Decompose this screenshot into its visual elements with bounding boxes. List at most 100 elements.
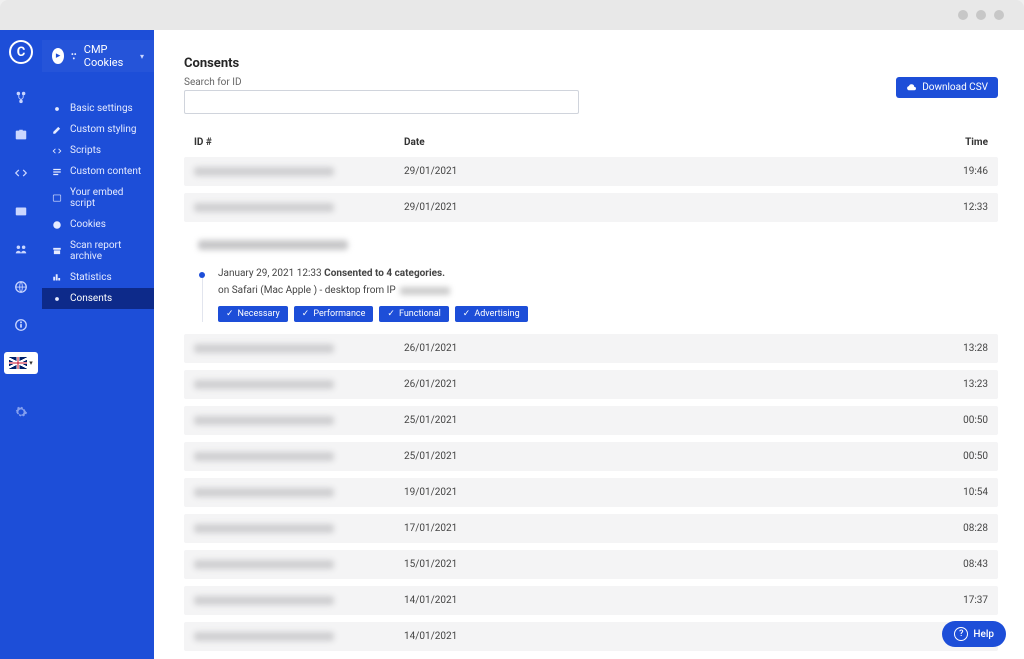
id-redacted xyxy=(194,488,334,497)
rail-icon-code[interactable] xyxy=(7,162,35,184)
row-time: 17:37 xyxy=(908,595,988,606)
row-time: 08:28 xyxy=(908,523,988,534)
table-row[interactable]: 14/01/2021 xyxy=(184,622,998,651)
main-content: Consents Search for ID Download CSV ID #… xyxy=(154,30,1024,659)
row-date: 14/01/2021 xyxy=(404,631,908,642)
table-row[interactable]: 19/01/202110:54 xyxy=(184,478,998,507)
table-header: ID # Date Time xyxy=(184,128,998,157)
page-title: Consents xyxy=(184,56,998,71)
rail-icon-settings[interactable] xyxy=(7,398,35,426)
table-row[interactable]: 26/01/202113:28 xyxy=(184,334,998,363)
search-input[interactable] xyxy=(184,90,579,114)
rail-icon-team[interactable] xyxy=(7,238,35,260)
id-redacted xyxy=(194,344,334,353)
window-chrome xyxy=(0,0,1024,30)
id-redacted xyxy=(194,632,334,641)
app-logo[interactable]: C xyxy=(9,40,33,64)
window-dot xyxy=(976,10,986,20)
rail-icon-box[interactable] xyxy=(7,200,35,222)
col-time: Time xyxy=(908,137,988,148)
sidebar: ▸ CMP Cookies ▾ Basic settings Custom sty… xyxy=(42,30,154,659)
row-date: 17/01/2021 xyxy=(404,523,908,534)
nav-item-your-embed-script[interactable]: Your embed script xyxy=(42,182,154,214)
id-redacted xyxy=(194,416,334,425)
detail-id-redacted xyxy=(198,240,348,250)
row-time: 19:46 xyxy=(908,166,988,177)
table-row[interactable]: 25/01/202100:50 xyxy=(184,406,998,435)
detail-timestamp: January 29, 2021 12:33 xyxy=(218,268,322,279)
table-row[interactable]: 26/01/202113:23 xyxy=(184,370,998,399)
row-date: 14/01/2021 xyxy=(404,595,908,606)
row-date: 26/01/2021 xyxy=(404,379,908,390)
nav-item-consents[interactable]: Consents xyxy=(42,288,154,309)
id-redacted xyxy=(194,452,334,461)
table-row[interactable]: 29/01/202119:46 xyxy=(184,157,998,186)
chevron-down-icon: ▾ xyxy=(140,52,144,61)
rail-icon-info[interactable] xyxy=(7,314,35,336)
branch-icon xyxy=(70,51,78,61)
nav-item-cookies[interactable]: Cookies xyxy=(42,214,154,235)
rail-icon-briefcase[interactable] xyxy=(7,124,35,146)
nav-item-label: Cookies xyxy=(70,219,106,230)
col-date: Date xyxy=(404,137,908,148)
category-chip-functional: Functional xyxy=(379,306,448,322)
row-date: 25/01/2021 xyxy=(404,451,908,462)
row-date: 29/01/2021 xyxy=(404,202,908,213)
row-time: 13:28 xyxy=(908,343,988,354)
nav-item-statistics[interactable]: Statistics xyxy=(42,267,154,288)
category-chip-advertising: Advertising xyxy=(455,306,528,322)
detail-headline: Consented to 4 categories. xyxy=(324,268,445,279)
help-button[interactable]: ? Help xyxy=(942,621,1006,647)
cloud-download-icon xyxy=(906,82,917,93)
table-row[interactable]: 17/01/202108:28 xyxy=(184,514,998,543)
row-time: 00:50 xyxy=(908,451,988,462)
id-redacted xyxy=(194,524,334,533)
table-row[interactable]: 14/01/202117:37 xyxy=(184,586,998,615)
nav-item-basic-settings[interactable]: Basic settings xyxy=(42,98,154,119)
search-label: Search for ID xyxy=(184,77,579,88)
table-row[interactable]: 25/01/202100:50 xyxy=(184,442,998,471)
nav-item-custom-content[interactable]: Custom content xyxy=(42,161,154,182)
row-time: 10:54 xyxy=(908,487,988,498)
row-time: 12:33 xyxy=(908,202,988,213)
id-redacted xyxy=(194,596,334,605)
nav-item-label: Consents xyxy=(70,293,112,304)
row-date: 25/01/2021 xyxy=(404,415,908,426)
nav-item-custom-styling[interactable]: Custom styling xyxy=(42,119,154,140)
category-chip-necessary: Necessary xyxy=(218,306,288,322)
id-redacted xyxy=(194,380,334,389)
row-time: 00:50 xyxy=(908,415,988,426)
nav-item-scan-report-archive[interactable]: Scan report archive xyxy=(42,235,154,267)
row-date: 19/01/2021 xyxy=(404,487,908,498)
detail-meta: on Safari (Mac Apple ) - desktop from IP xyxy=(218,285,396,296)
icon-rail: C ▾ xyxy=(0,30,42,659)
timeline-rail xyxy=(198,268,206,322)
nav-item-label: Scan report archive xyxy=(70,240,144,262)
ip-redacted xyxy=(400,287,450,295)
window-dot xyxy=(958,10,968,20)
sidebar-project-selector[interactable]: ▸ CMP Cookies ▾ xyxy=(42,40,154,72)
table-row[interactable]: 29/01/202112:33 xyxy=(184,193,998,222)
row-date: 29/01/2021 xyxy=(404,166,908,177)
window-dot xyxy=(994,10,1004,20)
rail-icon-branch[interactable] xyxy=(7,86,35,108)
id-redacted xyxy=(194,203,334,212)
row-time: 08:43 xyxy=(908,559,988,570)
nav-item-scripts[interactable]: Scripts xyxy=(42,140,154,161)
col-id: ID # xyxy=(194,137,404,148)
help-icon: ? xyxy=(954,627,968,641)
nav-item-label: Basic settings xyxy=(70,103,133,114)
table-row[interactable]: 15/01/202108:43 xyxy=(184,550,998,579)
language-selector[interactable]: ▾ xyxy=(4,352,38,374)
row-date: 26/01/2021 xyxy=(404,343,908,354)
nav-item-label: Custom styling xyxy=(70,124,136,135)
sidebar-header-title: CMP Cookies xyxy=(84,43,134,69)
nav-item-label: Your embed script xyxy=(70,187,144,209)
rail-icon-globe[interactable] xyxy=(7,276,35,298)
id-redacted xyxy=(194,167,334,176)
download-csv-label: Download CSV xyxy=(922,82,988,93)
id-redacted xyxy=(194,560,334,569)
download-csv-button[interactable]: Download CSV xyxy=(896,77,998,98)
row-date: 15/01/2021 xyxy=(404,559,908,570)
nav-item-label: Custom content xyxy=(70,166,141,177)
